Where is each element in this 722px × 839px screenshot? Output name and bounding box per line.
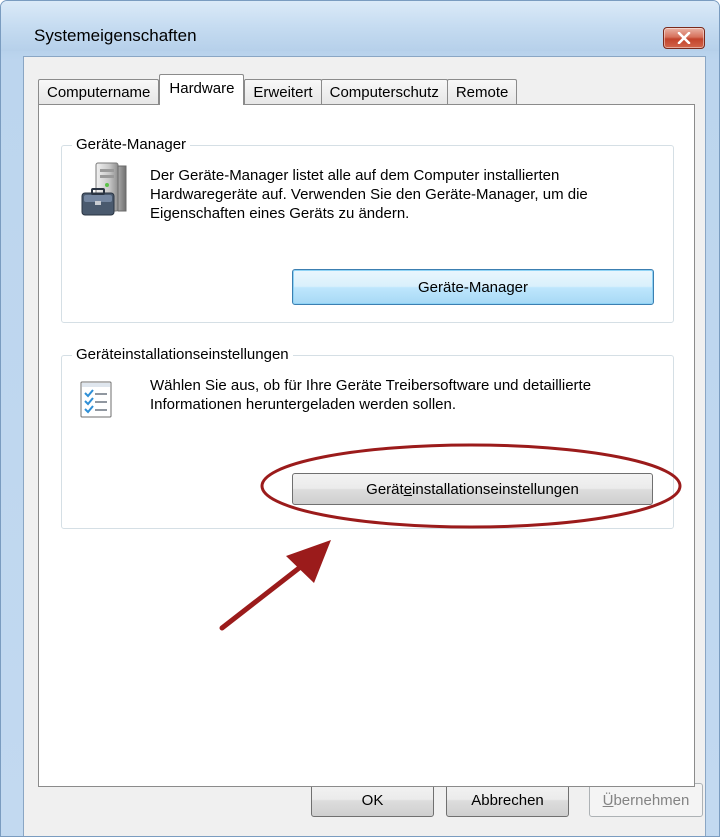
tab-strip: Computername Hardware Erweitert Computer… — [38, 74, 518, 105]
title-bar[interactable]: Systemeigenschaften — [1, 1, 719, 51]
device-manager-description: Der Geräte-Manager listet alle auf dem C… — [150, 167, 588, 222]
ok-button[interactable]: OK — [311, 783, 434, 817]
tab-computername[interactable]: Computername — [38, 79, 160, 105]
button-label-accelerator: e — [403, 480, 413, 498]
apply-label-accelerator: Ü — [602, 791, 614, 809]
tab-remote[interactable]: Remote — [446, 79, 518, 105]
apply-button[interactable]: Übernehmen — [589, 783, 703, 817]
cancel-button[interactable]: Abbrechen — [446, 783, 569, 817]
dialog-client-area: Computername Hardware Erweitert Computer… — [23, 56, 706, 836]
device-manager-group-title: Geräte-Manager — [72, 136, 191, 153]
close-icon — [677, 32, 691, 44]
device-manager-group: Geräte-Manager Der Geräte-Manager listet… — [61, 136, 674, 323]
button-label-part: installationseinstellungen — [412, 480, 579, 498]
checklist-icon — [79, 381, 115, 424]
tab-hardware[interactable]: Hardware — [159, 74, 245, 105]
apply-label-rest: bernehmen — [613, 791, 690, 809]
button-label-part: Gerät — [366, 480, 404, 498]
device-installation-group-title: Geräteinstallationseinstellungen — [72, 346, 293, 363]
close-button[interactable] — [663, 27, 705, 49]
hardware-tab-panel: Geräte-Manager Der Geräte-Manager listet… — [38, 104, 695, 787]
system-properties-window: Systemeigenschaften Computername Hardwar… — [0, 0, 720, 837]
device-installation-group: Geräteinstallationseinstellungen Wählen … — [61, 346, 674, 529]
device-installation-description: Wählen Sie aus, ob für Ihre Geräte Treib… — [150, 377, 592, 413]
tab-computerschutz[interactable]: Computerschutz — [320, 79, 448, 105]
window-title: Systemeigenschaften — [34, 26, 197, 45]
device-manager-icon — [78, 161, 130, 226]
tab-erweitert[interactable]: Erweitert — [244, 79, 322, 105]
device-installation-settings-button[interactable]: Gerät e installationseinstellungen — [292, 473, 653, 505]
device-manager-button[interactable]: Geräte-Manager — [292, 269, 654, 305]
